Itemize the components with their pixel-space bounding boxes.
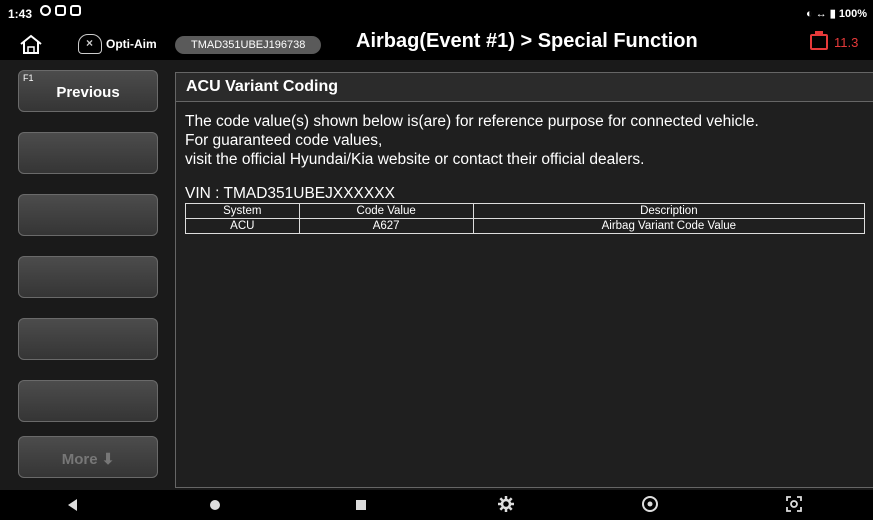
battery-status: 11.3 [810,31,859,50]
reference-notice: The code value(s) shown below is(are) fo… [185,112,873,169]
table-cell: ACU [185,218,300,234]
function-key-3[interactable] [18,194,158,236]
previous-button[interactable]: F1 Previous [18,70,158,112]
car-battery-icon [810,31,828,50]
panel-title: ACU Variant Coding [176,73,873,102]
table-cell: A627 [298,218,474,234]
notice-line: For guaranteed code values, [185,132,383,149]
vin-line: VIN : TMAD351UBEJXXXXXX [185,185,395,202]
status-right: ◐ ↔ ▮ 100% [806,8,867,20]
home-icon[interactable] [18,33,44,55]
home-nav-icon[interactable] [209,499,221,511]
status-icons [40,5,81,16]
code-table: System Code Value Description ACU A627 A… [185,203,866,234]
table-cell: Airbag Variant Code Value [472,218,866,234]
opti-aim-label: Opti-Aim [106,37,157,51]
function-key-5[interactable] [18,318,158,360]
function-key-2[interactable] [18,132,158,174]
page-title: Airbag(Event #1) > Special Function [356,30,698,52]
function-key-4[interactable] [18,256,158,298]
opti-aim-button[interactable]: Opti-Aim [78,32,157,56]
screenshot-icon[interactable] [786,496,802,512]
status-bar: 1:43 ◐ ↔ ▮ 100% [0,0,873,28]
recents-icon[interactable] [355,499,367,511]
content-panel: ACU Variant Coding The code value(s) sho… [175,72,873,488]
settings-icon[interactable] [498,496,514,512]
app-header: Opti-Aim TMAD351UBEJ196738 Airbag(Event … [0,28,873,60]
fkey-number: F1 [23,73,34,83]
fkey-label: Previous [56,84,120,101]
column-header: Description [472,203,866,219]
table-row: ACU A627 Airbag Variant Code Value [185,218,866,234]
battery-voltage: 11.3 [834,34,859,50]
fkey-label: More ⬇ [61,451,115,468]
function-key-6[interactable] [18,380,158,422]
vin-badge: TMAD351UBEJ196738 [175,36,322,54]
notification-icon [55,5,66,16]
notice-line: The code value(s) shown below is(are) fo… [185,113,759,130]
back-icon[interactable] [66,498,78,512]
table-header-row: System Code Value Description [185,203,866,219]
browser-icon[interactable] [642,496,658,512]
column-header: Code Value [298,203,474,219]
notice-line: visit the official Hyundai/Kia website o… [185,151,645,168]
more-button[interactable]: More ⬇ [18,436,158,478]
column-header: System [185,203,300,219]
notification-icon [70,5,81,16]
eye-icon [40,5,51,16]
navigation-bar [0,490,873,520]
status-time: 1:43 [8,7,33,21]
opti-aim-icon [78,34,102,54]
